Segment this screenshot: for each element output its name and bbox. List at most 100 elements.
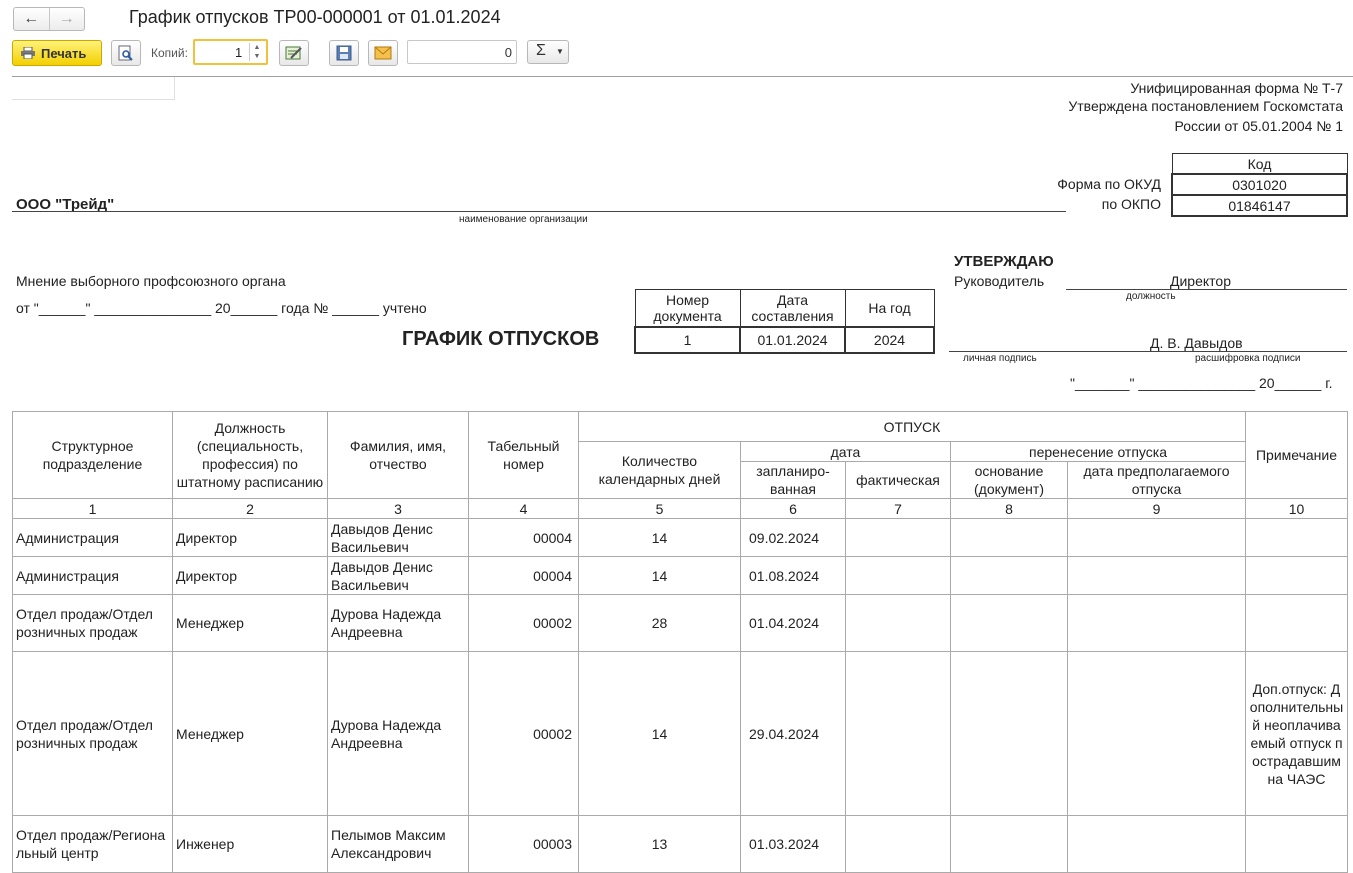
- forward-button[interactable]: →: [48, 8, 85, 30]
- preview-button[interactable]: [111, 40, 141, 66]
- cell-position[interactable]: Директор: [172, 556, 328, 595]
- cell-name[interactable]: Давыдов Денис Васильевич: [327, 556, 469, 595]
- back-button[interactable]: ←: [14, 8, 49, 30]
- print-button[interactable]: Печать: [12, 40, 102, 66]
- cell-name[interactable]: Дурова Надежда Андреевна: [327, 651, 469, 816]
- cell-actual[interactable]: [845, 518, 951, 557]
- cell-expected[interactable]: [1067, 651, 1246, 816]
- print-preview-icon: [118, 45, 133, 61]
- cell-basis[interactable]: [950, 556, 1068, 595]
- forward-arrow-icon: →: [58, 10, 75, 27]
- header-expected: дата предполагаемого отпуска: [1067, 461, 1246, 499]
- cell-expected[interactable]: [1067, 518, 1246, 557]
- cell-planned[interactable]: 01.08.2024: [740, 556, 846, 595]
- docdate-header: Дата составления: [739, 289, 846, 327]
- send-email-button[interactable]: [368, 40, 398, 66]
- schedule-title: ГРАФИК ОТПУСКОВ: [402, 328, 600, 350]
- year-header: На год: [844, 289, 935, 327]
- cell-basis[interactable]: [950, 594, 1068, 652]
- cell-days[interactable]: 14: [578, 651, 741, 816]
- save-button[interactable]: [329, 40, 359, 66]
- cell-dept[interactable]: Администрация: [12, 518, 173, 557]
- cell-basis[interactable]: [950, 651, 1068, 816]
- cell-note[interactable]: [1245, 594, 1348, 652]
- cell-name[interactable]: Пелымов Максим Александрович: [327, 815, 469, 873]
- cell-name[interactable]: Давыдов Денис Васильевич: [327, 518, 469, 557]
- cell-position[interactable]: Менеджер: [172, 651, 328, 816]
- header-actual: фактическая: [845, 461, 951, 499]
- table-row: Администрация Директор Давыдов Денис Вас…: [12, 518, 1348, 557]
- cell-planned[interactable]: 09.02.2024: [740, 518, 846, 557]
- cell-planned[interactable]: 01.03.2024: [740, 815, 846, 873]
- header-transfer: перенесение отпуска: [950, 441, 1246, 462]
- cell-dept[interactable]: Отдел продаж/Отдел розничных продаж: [12, 651, 173, 816]
- copies-input[interactable]: 1 ▲ ▼: [193, 39, 268, 65]
- cell-tabnum[interactable]: 00004: [468, 556, 579, 595]
- cell-position[interactable]: Директор: [172, 518, 328, 557]
- sigma-icon: Σ: [536, 42, 546, 59]
- decode-caption: расшифровка подписи: [1195, 353, 1301, 364]
- col-number: 10: [1245, 498, 1348, 519]
- cell-position[interactable]: Менеджер: [172, 594, 328, 652]
- copies-label: Копий:: [151, 46, 188, 60]
- header-days: Количество календарных дней: [578, 441, 741, 499]
- union-line: от "______" _______________ 20______ год…: [16, 300, 427, 316]
- cell-basis[interactable]: [950, 518, 1068, 557]
- header-note: Примечание: [1245, 411, 1348, 499]
- cell-planned[interactable]: 01.04.2024: [740, 594, 846, 652]
- cell-tabnum[interactable]: 00003: [468, 815, 579, 873]
- cell-planned[interactable]: 29.04.2024: [740, 651, 846, 816]
- cell-note[interactable]: [1245, 815, 1348, 873]
- cell-days[interactable]: 28: [578, 594, 741, 652]
- cell-days[interactable]: 14: [578, 518, 741, 557]
- cell-actual[interactable]: [845, 556, 951, 595]
- table-row: Отдел продаж/Отдел розничных продаж Мене…: [12, 651, 1348, 816]
- header-name: Фамилия, имя, отчество: [327, 411, 469, 499]
- okpo-label: по ОКПО: [1101, 196, 1161, 212]
- edit-mode-button[interactable]: [279, 40, 309, 66]
- header-tabnum: Табельный номер: [468, 411, 579, 499]
- col-number: 4: [468, 498, 579, 519]
- sum-dropdown-button[interactable]: Σ ▼: [527, 40, 569, 64]
- okud-label: Форма по ОКУД: [1057, 176, 1161, 192]
- cell-actual[interactable]: [845, 815, 951, 873]
- back-arrow-icon: ←: [23, 10, 40, 27]
- docnum-value: 1: [634, 325, 741, 354]
- cell-tabnum[interactable]: 00002: [468, 594, 579, 652]
- cell-tabnum[interactable]: 00004: [468, 518, 579, 557]
- position-caption: должность: [1126, 291, 1176, 302]
- header-dept: Структурное подразделение: [12, 411, 173, 499]
- cell-expected[interactable]: [1067, 556, 1246, 595]
- codes-table: Код 0301020 01846147: [1171, 153, 1348, 217]
- cell-actual[interactable]: [845, 594, 951, 652]
- cell-dept[interactable]: Администрация: [12, 556, 173, 595]
- cell-note[interactable]: Доп.отпуск: Дополнительный неоплачиваемы…: [1245, 651, 1348, 816]
- vacation-schedule-table: Структурное подразделение Должность (спе…: [12, 411, 1348, 873]
- doc-number-table: Номер документа Дата составления На год …: [634, 289, 935, 354]
- copies-value: 1: [235, 45, 243, 60]
- cell-name[interactable]: Дурова Надежда Андреевна: [327, 594, 469, 652]
- cell-actual[interactable]: [845, 651, 951, 816]
- cell-position[interactable]: Инженер: [172, 815, 328, 873]
- cell-dept[interactable]: Отдел продаж/Региональный центр: [12, 815, 173, 873]
- header-vacation: ОТПУСК: [578, 411, 1246, 442]
- cell-expected[interactable]: [1067, 815, 1246, 873]
- cell-note[interactable]: [1245, 556, 1348, 595]
- cell-days[interactable]: 13: [578, 815, 741, 873]
- col-number: 9: [1067, 498, 1246, 519]
- window-title: График отпусков ТР00-000001 от 01.01.202…: [129, 7, 501, 27]
- org-underline: [12, 211, 1066, 212]
- cell-basis[interactable]: [950, 815, 1068, 873]
- signature-underline: [949, 351, 1347, 352]
- cell-note[interactable]: [1245, 518, 1348, 557]
- docnum-header: Номер документа: [634, 289, 741, 327]
- cell-dept[interactable]: Отдел продаж/Отдел розничных продаж: [12, 594, 173, 652]
- col-number: 5: [578, 498, 741, 519]
- sum-field[interactable]: 0: [407, 40, 517, 64]
- cell-tabnum[interactable]: 00002: [468, 651, 579, 816]
- spin-up-icon: ▲: [253, 44, 261, 51]
- cell-expected[interactable]: [1067, 594, 1246, 652]
- cell-days[interactable]: 14: [578, 556, 741, 595]
- copies-spinner[interactable]: ▲ ▼: [249, 43, 264, 61]
- approve-title: УТВЕРЖДАЮ: [954, 253, 1054, 270]
